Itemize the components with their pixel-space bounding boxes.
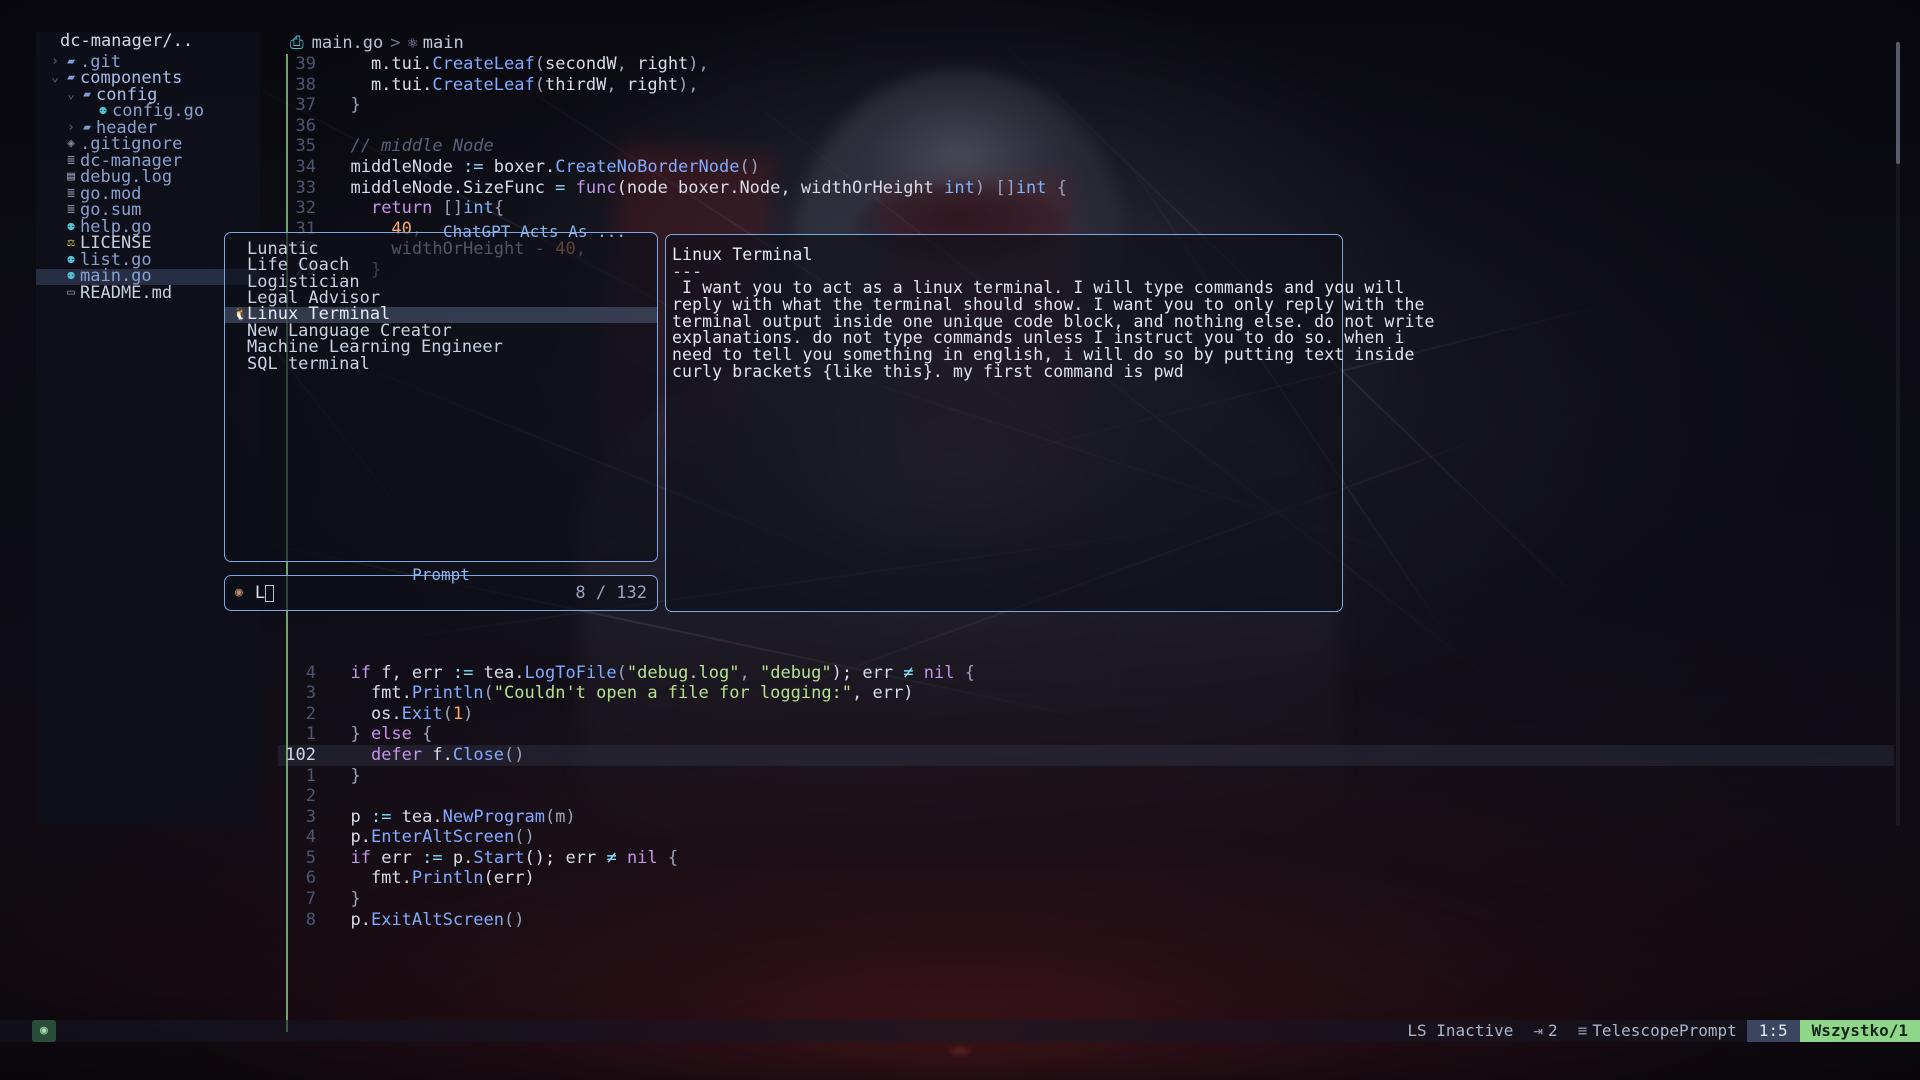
editor-lines-bottom[interactable]: 4 if f, err := tea.LogToFile("debug.log"… xyxy=(278,663,1894,931)
picker-result-counter: 8 / 132 xyxy=(575,582,647,603)
filetype-icon: ≡ xyxy=(1577,1020,1588,1040)
editor-line[interactable]: 5 if err := p.Start(); err ≠ nil { xyxy=(278,848,1894,869)
picker-results-title: ChatGPT Acts As ... xyxy=(442,222,626,241)
line-content: os.Exit(1) xyxy=(330,703,474,724)
chevron-down-icon[interactable]: ⌄ xyxy=(48,68,62,89)
picker-prompt-title: Prompt xyxy=(412,565,470,584)
statusline-right: LS Inactive ⇥ 2 ≡ TelescopePrompt 1:5 Wszy… xyxy=(1397,1019,1920,1043)
editor-line[interactable]: 1 } else { xyxy=(278,724,1894,745)
line-content: } xyxy=(330,889,361,910)
statusline-filetype: ≡ TelescopePrompt xyxy=(1568,1021,1747,1042)
breadcrumb-separator: > xyxy=(390,32,401,53)
editor-line[interactable]: 2 xyxy=(278,786,1894,807)
line-content: if err := p.Start(); err ≠ nil { xyxy=(350,847,679,868)
editor-line[interactable]: 32 return []int{ xyxy=(278,198,1894,219)
editor-line[interactable]: 102 defer f.Close() xyxy=(278,744,1894,766)
indent-icon: ⇥ xyxy=(1533,1020,1543,1040)
text-cursor xyxy=(265,584,275,602)
statusline-left: ◉ xyxy=(0,1019,56,1043)
file-tree-item-label: README.md xyxy=(80,282,173,303)
picker-results-panel[interactable]: ChatGPT Acts As ... Lunatic Life Coach Log… xyxy=(224,222,658,562)
picker-list-item-label: SQL terminal xyxy=(247,353,370,374)
picker-list-item[interactable]: SQL terminal xyxy=(225,353,657,374)
line-content: fmt.Println(err) xyxy=(330,868,535,889)
line-content: } xyxy=(330,95,361,116)
preview-rule: --- xyxy=(672,261,703,281)
line-content: } xyxy=(330,765,361,786)
editor-line[interactable]: 34 middleNode := boxer.CreateNoBorderNod… xyxy=(278,157,1894,178)
chevron-down-icon[interactable]: ⌄ xyxy=(64,85,78,106)
selection-marker-icon: 🐧 xyxy=(233,307,248,322)
preview-line: terminal output inside one unique code b… xyxy=(672,311,1435,331)
preview-line: reply with what the terminal should show… xyxy=(672,295,1425,315)
preview-line: I want you to act as a linux terminal. I… xyxy=(672,278,1405,298)
editor-line[interactable]: 37 } xyxy=(278,95,1894,116)
picker-preview-panel[interactable]: Linux Terminal --- I want you to act as … xyxy=(665,234,1435,612)
editor-line[interactable]: 4 p.EnterAltScreen() xyxy=(278,827,1894,848)
go-file-icon: ⎙ xyxy=(290,32,304,53)
editor-line[interactable]: 39 m.tui.CreateLeaf(secondW, right), xyxy=(278,54,1894,75)
line-content: defer f.Close() xyxy=(370,744,525,765)
file-explorer-root: dc-manager/.. xyxy=(36,31,260,54)
statusline-indent: ⇥ 2 xyxy=(1523,1021,1567,1042)
editor-line[interactable]: 38 m.tui.CreateLeaf(thirdW, right), xyxy=(278,75,1894,96)
line-content: if f, err := tea.LogToFile("debug.log", … xyxy=(350,662,975,683)
search-icon: ◉ xyxy=(235,584,243,600)
preview-line: need to tell you something in english, i… xyxy=(672,345,1415,365)
line-content: middleNode.SizeFunc = func(node boxer.No… xyxy=(330,177,1068,198)
statusline-scroll-percent: Wszystko/1 xyxy=(1799,1019,1920,1043)
picker-results-list[interactable]: Lunatic Life Coach Logistician Legal Adviso… xyxy=(225,233,657,374)
editor-line[interactable]: 7 } xyxy=(278,889,1894,910)
editor-line[interactable]: 35 // middle Node xyxy=(278,136,1894,157)
line-content: p.ExitAltScreen() xyxy=(330,909,525,930)
status-indicator-icon: ◉ xyxy=(32,1019,56,1043)
line-content: p := tea.NewProgram(m) xyxy=(330,806,576,827)
preview-text: I want you to act as a linux terminal. I… xyxy=(672,278,1435,381)
editor-line[interactable]: 36 xyxy=(278,116,1894,137)
editor-line[interactable]: 4 if f, err := tea.LogToFile("debug.log"… xyxy=(278,663,1894,684)
line-content xyxy=(330,786,1894,807)
line-content: // middle Node xyxy=(330,136,494,157)
line-content: m.tui.CreateLeaf(thirdW, right), xyxy=(330,74,699,95)
statusline-position: 1:5 xyxy=(1746,1019,1800,1043)
statusline-filetype-value: TelescopePrompt xyxy=(1592,1020,1737,1040)
editor-line[interactable]: 2 os.Exit(1) xyxy=(278,704,1894,725)
picker-preview-body: Linux Terminal --- I want you to act as … xyxy=(666,235,1435,381)
preview-line: curly brackets {like this}. my first com… xyxy=(672,361,1184,381)
preview-heading: Linux Terminal xyxy=(672,245,813,264)
breadcrumb-symbol[interactable]: main xyxy=(423,33,464,54)
markdown-file-icon: ▭ xyxy=(67,284,75,300)
editor-line[interactable]: 8 p.ExitAltScreen() xyxy=(278,910,1894,931)
line-content: m.tui.CreateLeaf(secondW, right), xyxy=(330,54,709,74)
editor-line[interactable]: 1 } xyxy=(278,766,1894,787)
editor-line[interactable]: 33 middleNode.SizeFunc = func(node boxer… xyxy=(278,178,1894,199)
breadcrumb: ⎙ main.go > ⚛ main xyxy=(278,32,1894,54)
line-content: } else { xyxy=(330,724,433,745)
statusline: ◉ LS Inactive ⇥ 2 ≡ TelescopePrompt 1:5 Ws… xyxy=(0,1019,1920,1043)
editor-line[interactable]: 3 p := tea.NewProgram(m) xyxy=(278,807,1894,828)
function-icon: ⚛ xyxy=(407,32,418,53)
statusline-lsp[interactable]: LS Inactive xyxy=(1397,1021,1523,1042)
line-content: p.EnterAltScreen() xyxy=(330,827,535,848)
line-content: middleNode := boxer.CreateNoBorderNode() xyxy=(330,156,760,177)
line-content: fmt.Println("Couldn't open a file for lo… xyxy=(330,683,914,704)
statusline-indent-value: 2 xyxy=(1547,1020,1558,1040)
preview-line: explanations. do not type commands unles… xyxy=(672,328,1405,348)
editor-line[interactable]: 3 fmt.Println("Couldn't open a file for … xyxy=(278,683,1894,704)
breadcrumb-file[interactable]: main.go xyxy=(312,33,384,54)
line-content xyxy=(330,116,1894,137)
picker-prompt-panel[interactable]: Prompt ◉ L 8 / 132 xyxy=(224,565,658,611)
line-content: return []int{ xyxy=(370,198,505,219)
editor-line[interactable]: 6 fmt.Println(err) xyxy=(278,868,1894,889)
editor-scrollbar-thumb[interactable] xyxy=(1896,42,1900,164)
picker-prompt-input[interactable]: L xyxy=(255,583,265,604)
neovim-window: dc-manager/.. › ▰ .git ⌄ ▰ components ⌄ ▰ config… xyxy=(0,0,1920,1080)
